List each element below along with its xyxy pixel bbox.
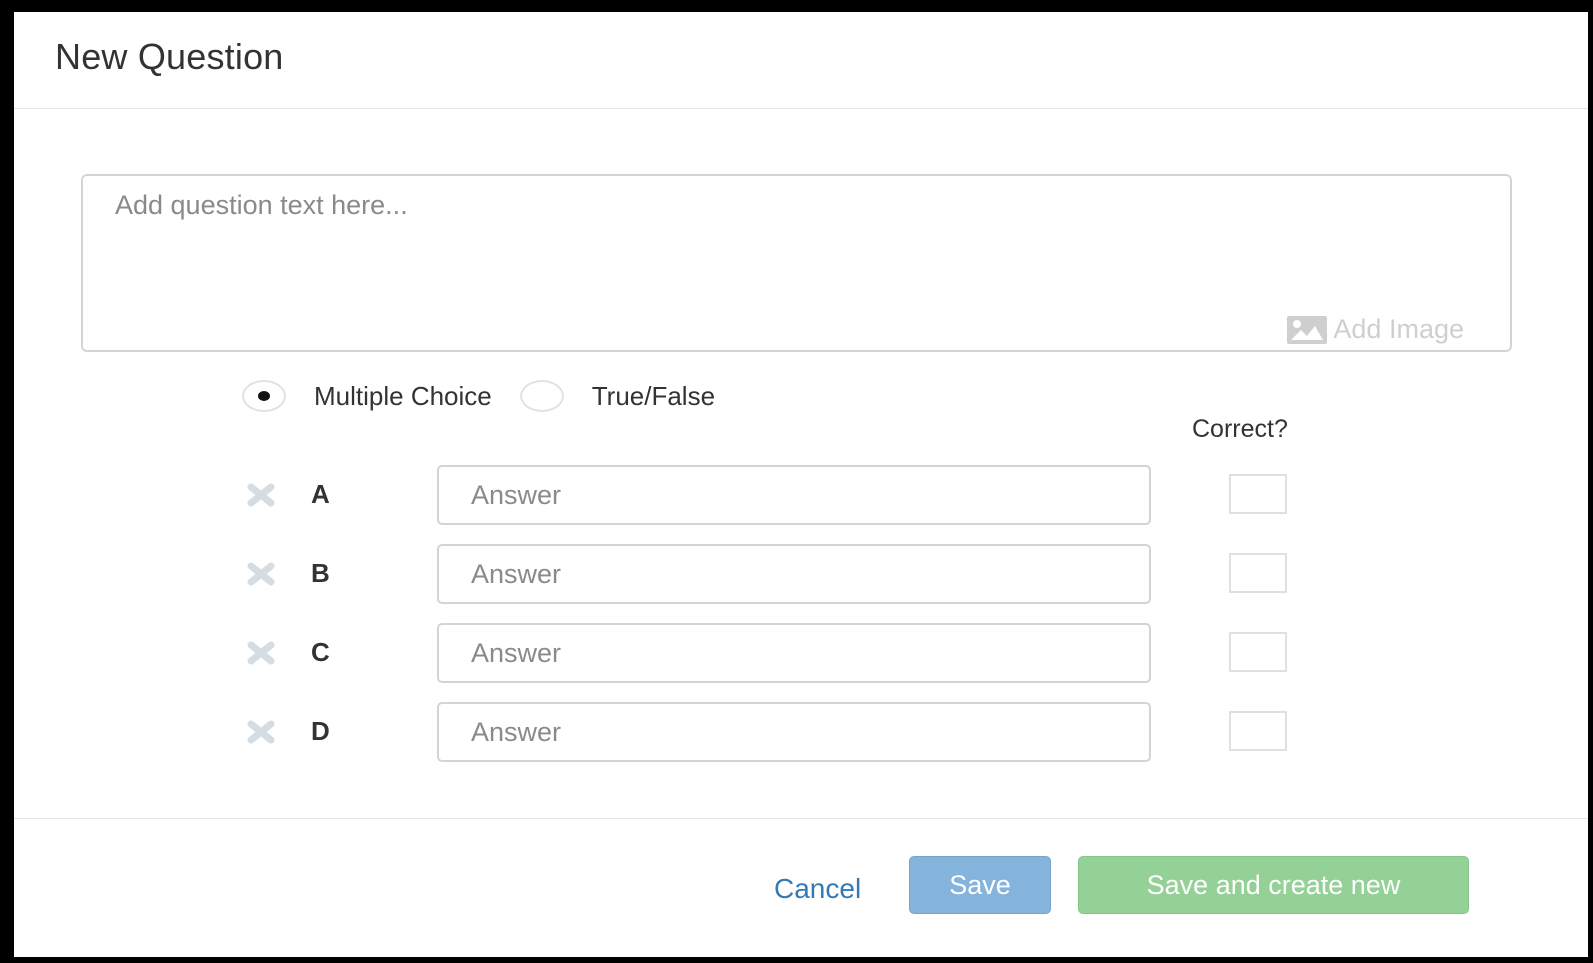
answer-letter: B [311,558,330,588]
question-text-box: Add Image [81,174,1512,352]
save-and-create-new-button[interactable]: Save and create new [1078,856,1469,914]
dialog-footer: Cancel Save Save and create new [14,818,1588,958]
add-image-button[interactable]: Add Image [1287,314,1464,345]
radio-true-false[interactable] [519,380,564,412]
close-icon[interactable] [246,562,276,591]
save-button[interactable]: Save [909,856,1051,914]
dialog-header: New Question [14,12,1588,109]
image-icon [1287,315,1328,344]
new-question-dialog: New Question Add Image Multiple Choice T… [14,12,1588,957]
answer-input-a[interactable] [437,465,1151,525]
correct-checkbox-c[interactable] [1229,632,1287,672]
answer-input-d[interactable] [437,702,1151,762]
dialog-title: New Question [55,36,284,77]
correct-checkbox-b[interactable] [1229,553,1287,593]
close-icon[interactable] [246,720,276,749]
answer-row-c: C [14,623,1588,683]
answer-input-c[interactable] [437,623,1151,683]
answer-row-a: A [14,465,1588,525]
radio-multiple-choice[interactable] [242,380,286,412]
radio-label-multiple-choice[interactable]: Multiple Choice [314,381,492,412]
close-icon[interactable] [246,483,276,512]
answer-letter: D [311,716,330,746]
correct-checkbox-a[interactable] [1229,474,1287,514]
answer-row-d: D [14,702,1588,762]
answer-letter: A [311,479,330,509]
correct-checkbox-d[interactable] [1229,711,1287,751]
correct-column-header: Correct? [1192,415,1288,443]
radio-label-true-false[interactable]: True/False [592,381,715,412]
cancel-link[interactable]: Cancel [774,873,861,905]
answer-letter: C [311,637,330,667]
answer-input-b[interactable] [437,544,1151,604]
add-image-label: Add Image [1333,314,1464,344]
close-icon[interactable] [246,641,276,670]
answer-row-b: B [14,544,1588,604]
question-type-selector: Multiple Choice True/False [242,380,715,412]
